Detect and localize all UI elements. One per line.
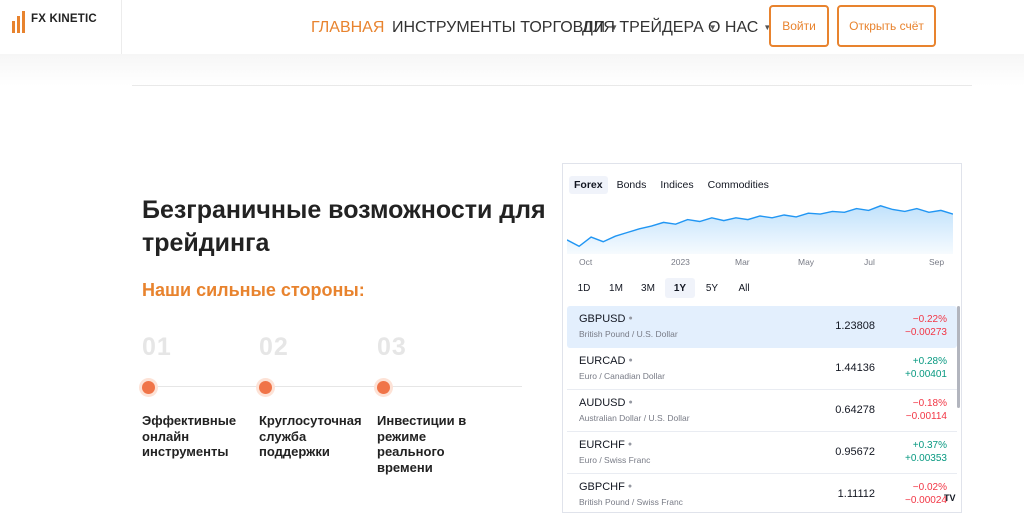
- nav-item-label: ИНСТРУМЕНТЫ ТОРГОВЛИ: [392, 19, 606, 36]
- market-overview-widget: Forex Bonds Indices Commodities Oct 2023…: [562, 163, 962, 513]
- symbol-ticker: GBPCHF: [579, 481, 625, 493]
- range-1m[interactable]: 1M: [601, 278, 631, 298]
- axis-label: Jul: [864, 257, 875, 267]
- timeline-dot: [259, 381, 272, 394]
- brand-name: FX KINETIC: [31, 13, 97, 25]
- change-percent: −0.22%: [912, 314, 947, 325]
- tab-indices[interactable]: Indices: [655, 176, 698, 194]
- axis-label: Sep: [929, 257, 945, 267]
- symbol-name: GBPUSD ●: [579, 313, 633, 325]
- section-divider: [132, 85, 972, 86]
- nav-item-home[interactable]: ГЛАВНАЯ: [311, 19, 384, 37]
- symbol-row-audusd[interactable]: AUDUSD ● Australian Dollar / U.S. Dollar …: [567, 390, 957, 432]
- symbol-price: 1.11112: [837, 488, 875, 500]
- list-scrollbar[interactable]: [957, 306, 960, 408]
- strengths-heading: Наши сильные стороны:: [142, 280, 365, 300]
- hero-title: Безграничные возможности для трейдинга: [142, 196, 546, 257]
- symbol-row-eurcad[interactable]: EURCAD ● Euro / Canadian Dollar 1.44136 +…: [567, 348, 957, 390]
- open-account-button[interactable]: Открыть счёт: [837, 5, 936, 47]
- symbol-ticker: EURCHF: [579, 439, 625, 451]
- axis-label: Oct: [579, 257, 593, 267]
- feature-text: Инвестиции в режиме реального времени: [377, 413, 467, 475]
- change-percent: −0.18%: [912, 398, 947, 409]
- tab-commodities[interactable]: Commodities: [703, 176, 774, 194]
- chart-area-fill: [567, 205, 953, 254]
- tab-forex[interactable]: Forex: [569, 176, 608, 194]
- features-timeline: [142, 386, 522, 387]
- symbol-list: GBPUSD ● British Pound / U.S. Dollar 1.23…: [567, 306, 957, 512]
- range-all[interactable]: All: [729, 278, 759, 298]
- tab-bonds[interactable]: Bonds: [612, 176, 652, 194]
- nav-item-for-trader[interactable]: ДЛЯ ТРЕЙДЕРА ▼: [582, 19, 717, 37]
- site-header: FX KINETIC ГЛАВНАЯ ИНСТРУМЕНТЫ ТОРГОВЛИ ▼…: [0, 0, 1024, 54]
- axis-label: 2023: [671, 257, 690, 267]
- price-area-chart: [567, 205, 953, 254]
- symbol-name: EURCAD ●: [579, 355, 633, 367]
- symbol-price: 1.44136: [835, 362, 875, 374]
- range-1d[interactable]: 1D: [569, 278, 599, 298]
- change-percent: −0.02%: [912, 482, 947, 493]
- dot-icon: ●: [628, 357, 633, 364]
- symbol-price: 0.64278: [835, 404, 875, 416]
- range-3m[interactable]: 3M: [633, 278, 663, 298]
- header-shadow-band: [0, 54, 1024, 86]
- dot-icon: ●: [628, 315, 633, 322]
- login-button[interactable]: Войти: [769, 5, 829, 47]
- change-absolute: −0.00273: [905, 327, 947, 338]
- timeline-dot: [377, 381, 390, 394]
- symbol-description: Euro / Swiss Franc: [579, 455, 651, 465]
- symbol-name: GBPCHF ●: [579, 481, 632, 493]
- logo-divider: [121, 0, 122, 54]
- range-5y[interactable]: 5Y: [697, 278, 727, 298]
- change-absolute: +0.00401: [905, 369, 947, 380]
- symbol-name: AUDUSD ●: [579, 397, 633, 409]
- feature-text: Эффективные онлайн инструменты: [142, 413, 237, 459]
- symbol-row-eurchf[interactable]: EURCHF ● Euro / Swiss Franc 0.95672 +0.37…: [567, 432, 957, 474]
- symbol-change: −0.18% −0.00114: [906, 397, 947, 423]
- change-percent: +0.37%: [912, 440, 947, 451]
- axis-label: May: [798, 257, 815, 267]
- feature-text: Круглосуточная служба поддержки: [259, 413, 362, 459]
- nav-item-about[interactable]: О НАС ▼: [708, 19, 771, 37]
- axis-label: Mar: [735, 257, 750, 267]
- symbol-change: +0.37% +0.00353: [905, 439, 947, 465]
- dot-icon: ●: [627, 441, 633, 448]
- symbol-description: Euro / Canadian Dollar: [579, 371, 665, 381]
- symbol-ticker: EURCAD: [579, 355, 626, 367]
- range-selector: 1D 1M 3M 1Y 5Y All: [569, 278, 759, 298]
- symbol-ticker: GBPUSD: [579, 313, 626, 325]
- dot-icon: ●: [627, 483, 633, 490]
- range-1y[interactable]: 1Y: [665, 278, 695, 298]
- symbol-description: Australian Dollar / U.S. Dollar: [579, 413, 690, 423]
- market-tabs: Forex Bonds Indices Commodities: [569, 176, 774, 194]
- symbol-description: British Pound / Swiss Franc: [579, 497, 683, 507]
- symbol-change: −0.22% −0.00273: [905, 313, 947, 339]
- symbol-price: 1.23808: [835, 320, 875, 332]
- timeline-dot: [142, 381, 155, 394]
- symbol-ticker: AUDUSD: [579, 397, 626, 409]
- nav-item-label: О НАС: [708, 19, 759, 36]
- logo-bars-icon: [12, 11, 25, 33]
- symbol-name: EURCHF ●: [579, 439, 632, 451]
- brand-logo[interactable]: FX KINETIC: [12, 11, 97, 33]
- symbol-row-gbpusd[interactable]: GBPUSD ● British Pound / U.S. Dollar 1.23…: [567, 306, 957, 348]
- symbol-change: +0.28% +0.00401: [905, 355, 947, 381]
- nav-item-label: ДЛЯ ТРЕЙДЕРА: [582, 19, 704, 36]
- symbol-row-gbpchf[interactable]: GBPCHF ● British Pound / Swiss Franc 1.11…: [567, 474, 957, 512]
- feature-number: 03: [377, 333, 407, 361]
- symbol-price: 0.95672: [835, 446, 875, 458]
- tradingview-logo-icon[interactable]: TV: [944, 493, 956, 503]
- feature-number: 01: [142, 333, 172, 361]
- nav-item-label: ГЛАВНАЯ: [311, 19, 385, 36]
- change-absolute: +0.00353: [905, 453, 947, 464]
- dot-icon: ●: [628, 399, 633, 406]
- symbol-description: British Pound / U.S. Dollar: [579, 329, 678, 339]
- symbol-change: −0.02% −0.00024: [905, 481, 947, 507]
- change-percent: +0.28%: [912, 356, 947, 367]
- change-absolute: −0.00114: [905, 411, 947, 422]
- feature-number: 02: [259, 333, 289, 361]
- change-absolute: −0.00024: [905, 495, 947, 506]
